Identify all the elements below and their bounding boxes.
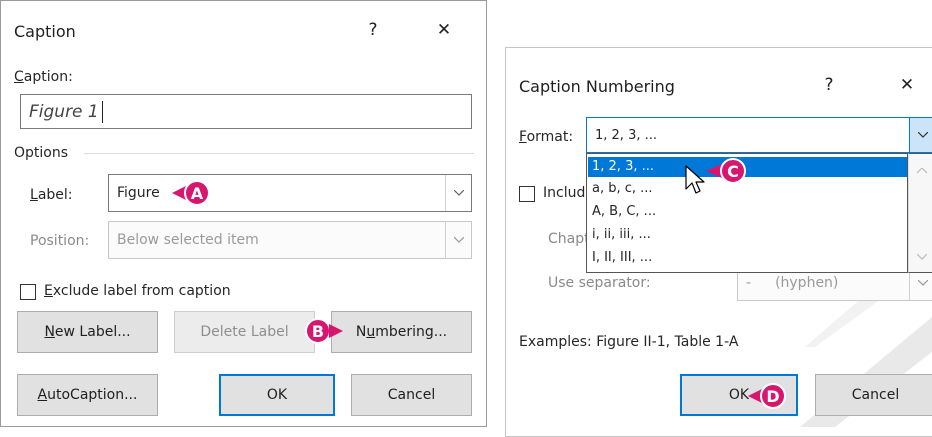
- delete-label-button[interactable]: Delete Label: [174, 311, 315, 353]
- numbering-cancel-button[interactable]: Cancel: [815, 374, 932, 416]
- chevron-down-icon[interactable]: [445, 175, 471, 211]
- format-option[interactable]: a, b, c, ...: [588, 179, 653, 199]
- chevron-down-icon: [445, 222, 471, 258]
- exclude-label-checkbox[interactable]: [20, 284, 36, 300]
- format-option[interactable]: I, II, III, ...: [588, 248, 652, 268]
- position-label: Position:: [30, 233, 90, 249]
- caption-input[interactable]: Figure 1: [20, 94, 472, 129]
- format-dropdown[interactable]: 1, 2, 3, ...: [586, 117, 932, 153]
- cancel-button[interactable]: Cancel: [351, 374, 472, 416]
- label-dropdown[interactable]: Figure: [108, 174, 472, 212]
- options-group-label: Options: [14, 145, 69, 161]
- ok-button[interactable]: OK: [219, 374, 335, 416]
- chapter-starts-label: Chapt: [548, 231, 590, 247]
- callout-a: A: [184, 180, 210, 206]
- callout-b: B: [305, 318, 331, 344]
- new-label-button[interactable]: New Label...: [17, 311, 158, 353]
- callout-c: C: [720, 158, 746, 184]
- chevron-down-icon[interactable]: [909, 118, 932, 152]
- label-field-label: Label:: [30, 187, 73, 203]
- caption-label: Caption:: [14, 69, 73, 85]
- include-chapter-label: Includ: [543, 185, 586, 201]
- include-chapter-checkbox[interactable]: [519, 186, 535, 202]
- callout-d: D: [760, 383, 786, 409]
- help-button[interactable]: ?: [356, 20, 390, 40]
- options-separator: [84, 153, 474, 154]
- numbering-help-button[interactable]: ?: [812, 75, 846, 95]
- caption-dialog-title: Caption: [14, 22, 76, 41]
- mouse-cursor-icon: [685, 165, 705, 194]
- format-option[interactable]: i, ii, iii, ...: [588, 225, 651, 245]
- close-button[interactable]: ✕: [427, 20, 461, 40]
- format-label: Format:: [519, 129, 574, 145]
- exclude-label-text: Exclude label from caption: [44, 283, 231, 299]
- scroll-up-icon[interactable]: [917, 168, 927, 174]
- format-option[interactable]: A, B, C, ...: [588, 202, 656, 222]
- numbering-dialog-title: Caption Numbering: [519, 77, 675, 96]
- numbering-close-button[interactable]: ✕: [890, 75, 924, 95]
- text-cursor: [101, 100, 103, 123]
- callout-b-pointer: [329, 324, 343, 338]
- caption-dialog: [0, 0, 487, 427]
- format-option[interactable]: 1, 2, 3, ...: [588, 157, 907, 177]
- examples-text: Examples: Figure II-1, Table 1-A: [519, 334, 739, 350]
- numbering-button[interactable]: Nu mbering...: [331, 311, 472, 353]
- listbox-scrollbar[interactable]: [908, 153, 932, 273]
- scroll-down-icon[interactable]: [917, 254, 927, 260]
- position-dropdown[interactable]: Below selected item: [108, 221, 472, 259]
- format-listbox[interactable]: 1, 2, 3, ... a, b, c, ... A, B, C, ... i…: [586, 153, 908, 273]
- separator-label: Use separator:: [548, 275, 651, 291]
- autocaption-button[interactable]: AutoCaption...: [17, 374, 158, 416]
